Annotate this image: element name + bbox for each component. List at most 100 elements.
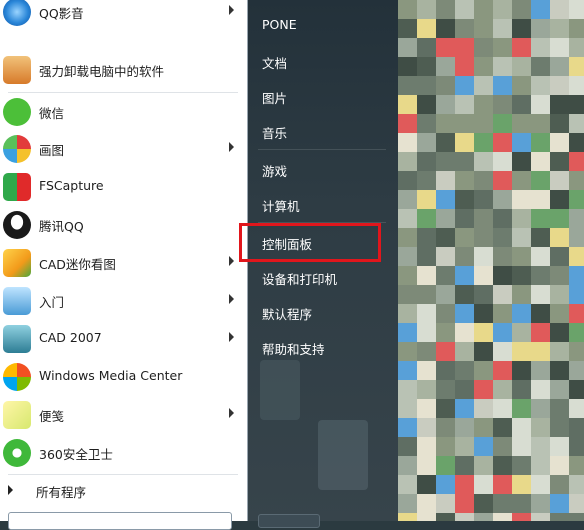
mosaic-cell: [550, 285, 569, 304]
mosaic-cell: [436, 437, 455, 456]
program-fscapture[interactable]: FSCapture: [0, 169, 247, 205]
mosaic-cell: [455, 171, 474, 190]
mosaic-cell: [550, 456, 569, 475]
mosaic-cell: [436, 285, 455, 304]
mosaic-cell: [417, 304, 436, 323]
program-media-center[interactable]: Windows Media Center: [0, 359, 247, 395]
program-label: 入门: [39, 295, 65, 310]
program-uninstaller[interactable]: 强力卸载电脑中的软件: [0, 52, 247, 88]
submenu-arrow-icon[interactable]: [229, 256, 234, 266]
mosaic-cell: [550, 266, 569, 285]
mosaic-cell: [417, 95, 436, 114]
submenu-arrow-icon[interactable]: [229, 5, 234, 15]
program-getting-started[interactable]: 入门: [0, 283, 247, 319]
submenu-arrow-icon[interactable]: [229, 142, 234, 152]
mosaic-cell: [531, 494, 550, 513]
mosaic-cell: [493, 475, 512, 494]
mosaic-cell: [417, 247, 436, 266]
program-qq-video[interactable]: QQ影音: [0, 0, 247, 30]
mosaic-cell: [417, 342, 436, 361]
program-label: 腾讯QQ: [39, 219, 84, 234]
mosaic-cell: [531, 285, 550, 304]
mosaic-cell: [512, 152, 531, 171]
submenu-arrow-icon[interactable]: [229, 294, 234, 304]
mosaic-cell: [417, 133, 436, 152]
mosaic-cell: [398, 361, 417, 380]
mosaic-cell: [493, 437, 512, 456]
mosaic-cell: [531, 399, 550, 418]
mosaic-cell: [455, 323, 474, 342]
mosaic-cell: [531, 456, 550, 475]
search-input[interactable]: [8, 512, 232, 530]
right-item-default-programs[interactable]: 默认程序: [262, 304, 312, 323]
right-item-documents[interactable]: 文档: [262, 53, 287, 72]
right-item-devices-printers[interactable]: 设备和打印机: [262, 269, 337, 288]
mosaic-cell: [569, 304, 584, 323]
mosaic-cell: [550, 38, 569, 57]
mosaic-cell: [493, 380, 512, 399]
mosaic-cell: [398, 209, 417, 228]
mosaic-cell: [455, 437, 474, 456]
mosaic-cell: [512, 342, 531, 361]
shutdown-button[interactable]: [258, 514, 320, 528]
mosaic-cell: [455, 57, 474, 76]
mosaic-cell: [569, 57, 584, 76]
program-cad-viewer[interactable]: CAD迷你看图: [0, 245, 247, 281]
all-programs-button[interactable]: 所有程序: [0, 478, 247, 502]
program-label: CAD迷你看图: [39, 257, 116, 272]
mosaic-cell: [550, 209, 569, 228]
mosaic-cell: [512, 114, 531, 133]
mosaic-cell: [512, 285, 531, 304]
program-360-security[interactable]: 360安全卫士: [0, 435, 247, 471]
program-paint[interactable]: 画图: [0, 131, 247, 167]
mosaic-cell: [474, 494, 493, 513]
right-item-music[interactable]: 音乐: [262, 123, 287, 142]
right-item-help-support[interactable]: 帮助和支持: [262, 339, 325, 358]
mosaic-cell: [550, 152, 569, 171]
program-sticky-notes[interactable]: 便笺: [0, 397, 247, 433]
mosaic-cell: [436, 228, 455, 247]
mosaic-cell: [531, 361, 550, 380]
mosaic-cell: [512, 19, 531, 38]
desktop-background: [398, 0, 584, 521]
mosaic-cell: [550, 171, 569, 190]
mosaic-cell: [455, 152, 474, 171]
mosaic-cell: [493, 95, 512, 114]
mosaic-cell: [398, 0, 417, 19]
mosaic-cell: [531, 114, 550, 133]
mosaic-cell: [474, 76, 493, 95]
mosaic-cell: [436, 304, 455, 323]
program-qq[interactable]: 腾讯QQ: [0, 207, 247, 243]
mosaic-cell: [512, 0, 531, 19]
mosaic-cell: [417, 190, 436, 209]
360-security-icon: [3, 439, 31, 467]
mosaic-cell: [474, 475, 493, 494]
mosaic-cell: [569, 228, 584, 247]
mosaic-cell: [531, 418, 550, 437]
mosaic-cell: [474, 361, 493, 380]
right-item-games[interactable]: 游戏: [262, 161, 287, 180]
mosaic-cell: [474, 437, 493, 456]
submenu-arrow-icon[interactable]: [229, 332, 234, 342]
right-item-pictures[interactable]: 图片: [262, 88, 287, 107]
mosaic-cell: [436, 418, 455, 437]
program-cad-2007[interactable]: CAD 2007: [0, 321, 247, 357]
sticky-notes-icon: [3, 401, 31, 429]
submenu-arrow-icon[interactable]: [229, 408, 234, 418]
mosaic-cell: [531, 513, 550, 521]
mosaic-cell: [455, 0, 474, 19]
right-item-computer[interactable]: 计算机: [262, 196, 300, 215]
mosaic-cell: [569, 361, 584, 380]
mosaic-cell: [474, 418, 493, 437]
mosaic-cell: [398, 76, 417, 95]
program-wechat[interactable]: 微信: [0, 94, 247, 130]
mosaic-cell: [531, 304, 550, 323]
mosaic-cell: [512, 209, 531, 228]
mosaic-cell: [550, 95, 569, 114]
mosaic-cell: [455, 190, 474, 209]
mosaic-cell: [417, 209, 436, 228]
mosaic-cell: [474, 323, 493, 342]
all-programs-label: 所有程序: [36, 485, 87, 500]
right-item-user[interactable]: PONE: [262, 17, 297, 32]
mosaic-cell: [417, 399, 436, 418]
